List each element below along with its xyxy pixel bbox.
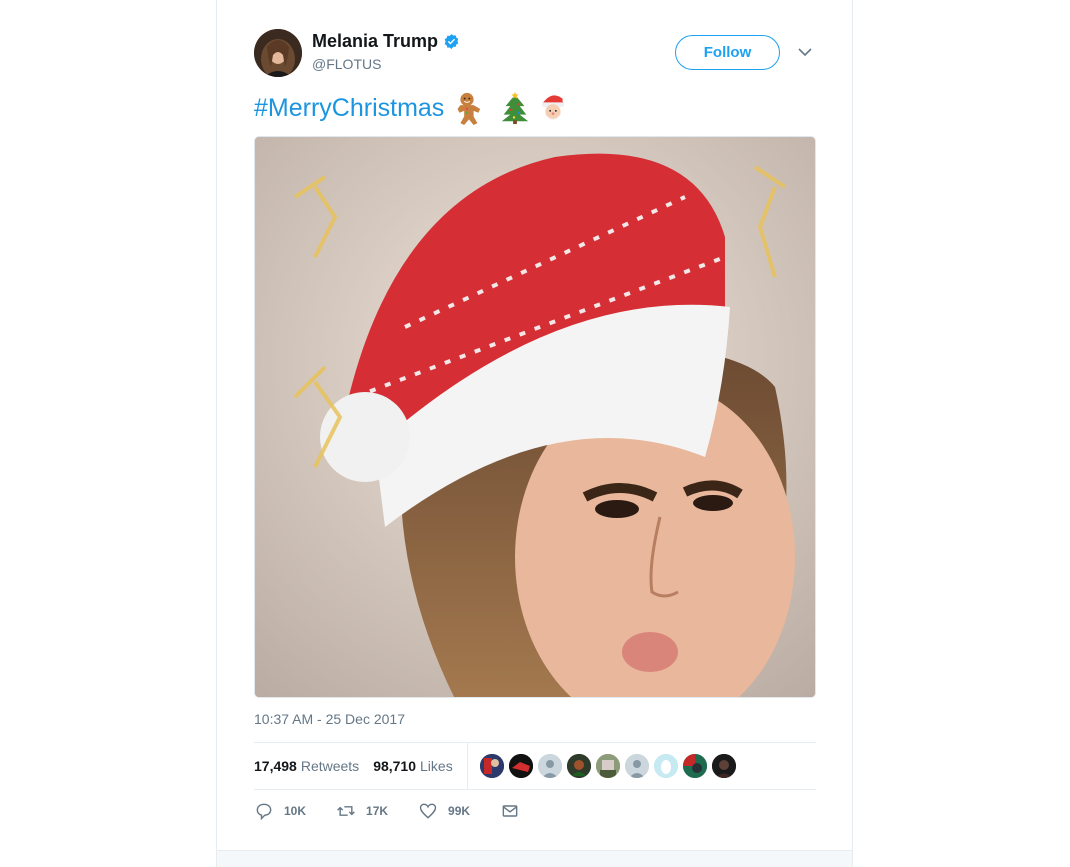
tweet-stats: 17,498 Retweets 98,710 Likes bbox=[254, 742, 816, 790]
liker-avatar-icon bbox=[508, 754, 533, 778]
liker-avatar-icon bbox=[566, 754, 591, 778]
photo-illustration bbox=[255, 137, 815, 697]
liker-avatar[interactable] bbox=[711, 754, 736, 778]
hashtag-link[interactable]: #MerryChristmas bbox=[254, 94, 444, 123]
message-button[interactable] bbox=[500, 801, 520, 821]
reply-count: 10K bbox=[284, 804, 307, 818]
stats-divider bbox=[466, 742, 468, 790]
author-avatar[interactable] bbox=[254, 29, 302, 77]
liker-avatar[interactable] bbox=[479, 754, 504, 778]
tweet-actions: 10K 17K 99K bbox=[254, 799, 550, 823]
default-egg-icon bbox=[624, 754, 649, 778]
like-count: 99K bbox=[448, 804, 471, 818]
avatar-portrait-icon bbox=[254, 29, 302, 77]
liker-avatar-icon bbox=[479, 754, 504, 778]
liker-avatar[interactable] bbox=[624, 754, 649, 778]
retweets-stat[interactable]: 17,498 Retweets bbox=[254, 758, 359, 774]
reply-icon bbox=[256, 803, 272, 821]
liker-avatar[interactable] bbox=[508, 754, 533, 778]
christmas-tree-icon bbox=[502, 91, 529, 125]
author-name[interactable]: Melania Trump bbox=[312, 31, 438, 52]
author-handle[interactable]: @FLOTUS bbox=[312, 56, 381, 72]
retweets-label: Retweets bbox=[300, 758, 360, 774]
chevron-down-icon[interactable] bbox=[797, 44, 813, 60]
like-button[interactable]: 99K bbox=[418, 801, 470, 821]
envelope-icon bbox=[502, 805, 518, 817]
likers-avatars bbox=[479, 754, 736, 778]
verified-badge-icon bbox=[444, 34, 459, 49]
tweet-text: #MerryChristmas bbox=[254, 88, 570, 128]
card-footer bbox=[217, 850, 852, 867]
tweet-photo[interactable] bbox=[254, 136, 816, 698]
retweet-count: 17K bbox=[366, 804, 389, 818]
retweet-button[interactable]: 17K bbox=[336, 801, 388, 821]
liker-avatar[interactable] bbox=[653, 754, 678, 778]
retweet-icon bbox=[337, 806, 355, 816]
tweet-timestamp[interactable]: 10:37 AM - 25 Dec 2017 bbox=[254, 711, 405, 727]
follow-button[interactable]: Follow bbox=[675, 35, 780, 70]
reply-button[interactable]: 10K bbox=[254, 801, 306, 821]
santa-icon bbox=[541, 95, 569, 121]
likes-stat[interactable]: 98,710 Likes bbox=[373, 758, 453, 774]
gingerbread-icon bbox=[457, 92, 481, 125]
liker-avatar[interactable] bbox=[537, 754, 562, 778]
heart-icon bbox=[419, 803, 437, 819]
author-name-row: Melania Trump bbox=[312, 31, 460, 52]
likes-count: 98,710 bbox=[373, 758, 417, 774]
likes-label: Likes bbox=[420, 758, 453, 774]
egg-avatar-icon bbox=[653, 754, 678, 778]
liker-avatar-icon bbox=[682, 754, 707, 778]
liker-avatar[interactable] bbox=[682, 754, 707, 778]
default-egg-icon bbox=[537, 754, 562, 778]
retweets-count: 17,498 bbox=[254, 758, 297, 774]
tweet-card: Melania Trump @FLOTUS Follow #MerryChris… bbox=[216, 0, 853, 867]
liker-avatar-icon bbox=[711, 754, 736, 778]
liker-avatar[interactable] bbox=[595, 754, 620, 778]
liker-avatar-icon bbox=[595, 754, 620, 778]
liker-avatar[interactable] bbox=[566, 754, 591, 778]
